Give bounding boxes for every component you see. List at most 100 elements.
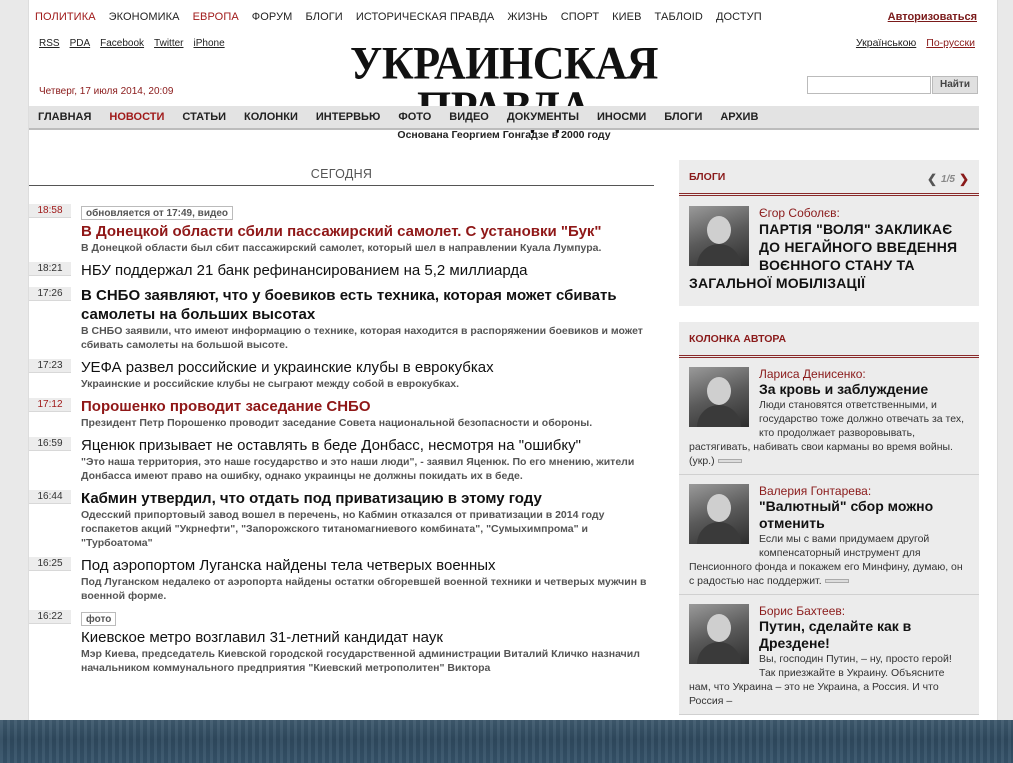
news-time: 16:44 [29, 490, 71, 504]
news-headline[interactable]: Киевское метро возглавил 31-летний канди… [81, 628, 659, 647]
news-time: 18:58 [29, 204, 71, 218]
current-date: Четверг, 17 июля 2014, 20:09 [39, 86, 174, 97]
topnav-item-history[interactable]: ИСТОРИЧЕСКАЯ ПРАВДА [356, 11, 495, 23]
news-lead: "Это наша территория, это наше государст… [81, 456, 635, 482]
page: ПОЛИТИКА ЭКОНОМИКА ЕВРОПА ФОРУМ БЛОГИ ИС… [28, 0, 998, 730]
column-item: Борис Бахтеев: Путин, сделайте как в Дре… [679, 595, 979, 715]
search-input[interactable] [807, 76, 931, 94]
mainnav-item-archive[interactable]: АРХИВ [720, 111, 758, 123]
mainnav-item-columns[interactable]: КОЛОНКИ [244, 111, 298, 123]
columns-box: КОЛОНКА АВТОРА Лариса Денисенко: За кров… [679, 322, 979, 715]
news-tag[interactable]: фото [81, 612, 117, 626]
columns-title[interactable]: КОЛОНКА АВТОРА [689, 333, 786, 345]
blogs-header: БЛОГИ ❮ 1/5 ❯ [679, 160, 979, 196]
topnav-item-forum[interactable]: ФОРУМ [252, 11, 293, 23]
author-photo[interactable] [689, 484, 749, 544]
news-item: 16:25 Под аэропортом Луганска найдены те… [29, 556, 659, 603]
news-item: 18:21 НБУ поддержал 21 банк рефинансиров… [29, 261, 659, 280]
news-time: 17:12 [29, 398, 71, 412]
search-button[interactable]: Найти [932, 76, 978, 94]
news-headline[interactable]: В СНБО заявляют, что у боевиков есть тех… [81, 286, 659, 324]
topnav-item-europe[interactable]: ЕВРОПА [193, 11, 239, 23]
news-headline[interactable]: Под аэропортом Луганска найдены тела чет… [81, 556, 659, 575]
news-time: 16:59 [29, 437, 71, 451]
mainnav-item-video[interactable]: ВИДЕО [449, 111, 489, 123]
mainnav-item-news[interactable]: НОВОСТИ [109, 111, 164, 123]
blogs-title[interactable]: БЛОГИ [689, 171, 725, 183]
section-title: СЕГОДНЯ [310, 167, 373, 181]
more-icon[interactable] [717, 459, 742, 464]
news-item: 16:22 фото Киевское метро возглавил 31-л… [29, 609, 659, 675]
news-headline[interactable]: УЕФА развел российские и украинские клуб… [81, 358, 659, 377]
iphone-link[interactable]: iPhone [194, 38, 225, 49]
mainnav-item-blogs[interactable]: БЛОГИ [664, 111, 702, 123]
sidebar: БЛОГИ ❮ 1/5 ❯ Єгор Соболєв: ПАРТІЯ "ВОЛЯ… [679, 160, 979, 730]
service-links: RSS PDA Facebook Twitter iPhone [39, 38, 235, 49]
news-lead: Мэр Киева, председатель Киевской городск… [81, 648, 640, 674]
news-lead: Президент Петр Порошенко проводит заседа… [81, 417, 593, 429]
pager-count: 1/5 [941, 173, 955, 185]
mainnav-item-photo[interactable]: ФОТО [398, 111, 431, 123]
topnav-item-blogs[interactable]: БЛОГИ [305, 11, 342, 23]
news-time: 18:21 [29, 262, 71, 276]
chevron-right-icon[interactable]: ❯ [959, 172, 969, 186]
pda-link[interactable]: PDA [70, 38, 91, 49]
news-item: 17:12 Порошенко проводит заседание СНБО … [29, 397, 659, 430]
login-link[interactable]: Авторизоваться [888, 11, 977, 23]
news-headline[interactable]: Яценюк призывает не оставлять в беде Дон… [81, 436, 659, 455]
columns-header: КОЛОНКА АВТОРА [679, 322, 979, 358]
topnav-item-access[interactable]: ДОСТУП [716, 11, 762, 23]
news-headline[interactable]: В Донецкой области сбили пассажирский са… [81, 222, 659, 241]
news-time: 17:23 [29, 359, 71, 373]
rss-link[interactable]: RSS [39, 38, 60, 49]
news-time: 17:26 [29, 287, 71, 301]
author-photo[interactable] [689, 367, 749, 427]
chevron-left-icon[interactable]: ❮ [927, 172, 937, 186]
news-lead: Под Луганском недалеко от аэропорта найд… [81, 576, 647, 602]
news-item: 16:59 Яценюк призывает не оставлять в бе… [29, 436, 659, 483]
news-item: 17:23 УЕФА развел российские и украински… [29, 358, 659, 391]
news-lead: Украинские и российские клубы не сыграют… [81, 378, 460, 390]
facebook-link[interactable]: Facebook [100, 38, 144, 49]
blogs-pager: ❮ 1/5 ❯ [927, 172, 969, 186]
news-item: 17:26 В СНБО заявляют, что у боевиков ес… [29, 286, 659, 352]
mainnav-item-inosmi[interactable]: ИНОСМИ [597, 111, 646, 123]
mainnav-item-documents[interactable]: ДОКУМЕНТЫ [507, 111, 579, 123]
news-tag[interactable]: обновляется от 17:49, видео [81, 206, 233, 220]
topnav-item-tabloid[interactable]: ТАБЛОID [655, 11, 703, 23]
more-icon[interactable] [824, 579, 849, 584]
mainnav-item-interview[interactable]: ИНТЕРВЬЮ [316, 111, 380, 123]
language-switch: Українською По-русски [846, 37, 975, 49]
topnav-item-sport[interactable]: СПОРТ [561, 11, 599, 23]
section-divider [29, 185, 654, 186]
lang-russian[interactable]: По-русски [926, 37, 975, 49]
twitter-link[interactable]: Twitter [154, 38, 183, 49]
column-item: Валерия Гонтарева: "Валютный" сбор можно… [679, 475, 979, 595]
author-photo[interactable] [689, 604, 749, 664]
news-lead: В СНБО заявили, что имеют информацию о т… [81, 325, 643, 351]
topnav-item-politics[interactable]: ПОЛИТИКА [35, 11, 96, 23]
top-navigation: ПОЛИТИКА ЭКОНОМИКА ЕВРОПА ФОРУМ БЛОГИ ИС… [35, 11, 775, 23]
news-lead: Одесский припортовый завод вошел в переч… [81, 509, 605, 549]
mainnav-item-home[interactable]: ГЛАВНАЯ [38, 111, 91, 123]
news-time: 16:25 [29, 557, 71, 571]
news-time: 16:22 [29, 610, 71, 624]
main-navigation: ГЛАВНАЯ НОВОСТИ СТАТЬИ КОЛОНКИ ИНТЕРВЬЮ … [29, 106, 979, 130]
desktop-background [0, 720, 1013, 763]
column-item: Лариса Денисенко: За кровь и заблуждение… [679, 358, 979, 475]
news-headline[interactable]: НБУ поддержал 21 банк рефинансированием … [81, 261, 659, 280]
topnav-item-kiev[interactable]: КИЕВ [612, 11, 641, 23]
news-item: 18:58 обновляется от 17:49, видео В Доне… [29, 203, 659, 255]
topnav-item-economy[interactable]: ЭКОНОМИКА [109, 11, 180, 23]
news-item: 16:44 Кабмин утвердил, что отдать под пр… [29, 489, 659, 550]
topnav-item-life[interactable]: ЖИЗНЬ [507, 11, 547, 23]
blogs-box: БЛОГИ ❮ 1/5 ❯ Єгор Соболєв: ПАРТІЯ "ВОЛЯ… [679, 160, 979, 306]
author-photo[interactable] [689, 206, 749, 266]
news-lead: В Донецкой области был сбит пассажирский… [81, 242, 602, 254]
lang-ukrainian[interactable]: Українською [856, 37, 916, 49]
blog-post[interactable]: Єгор Соболєв: ПАРТІЯ "ВОЛЯ" ЗАКЛИКАЄ ДО … [679, 196, 979, 306]
news-headline[interactable]: Порошенко проводит заседание СНБО [81, 397, 659, 416]
news-headline[interactable]: Кабмин утвердил, что отдать под приватиз… [81, 489, 659, 508]
mainnav-item-articles[interactable]: СТАТЬИ [182, 111, 226, 123]
news-feed: 18:58 обновляется от 17:49, видео В Доне… [29, 203, 659, 681]
